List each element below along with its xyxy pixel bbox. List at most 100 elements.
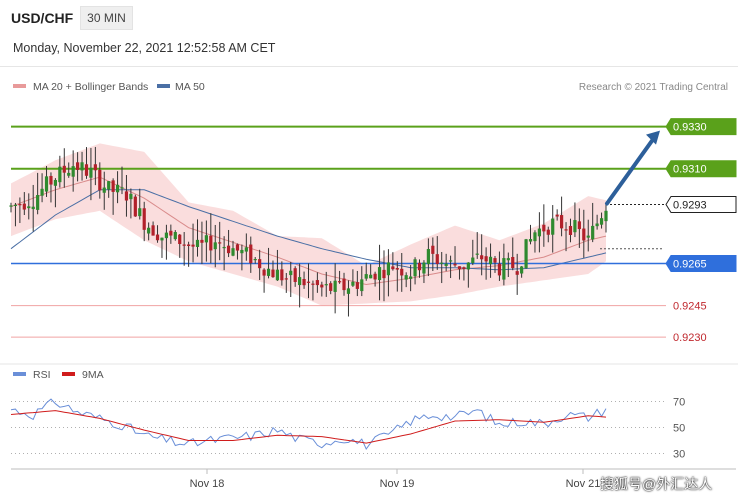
candle-body bbox=[218, 242, 222, 244]
candle-body bbox=[346, 288, 351, 294]
candle-body bbox=[364, 274, 368, 279]
candle-body bbox=[142, 208, 146, 230]
candle-body bbox=[209, 235, 213, 251]
candle-body bbox=[471, 257, 475, 264]
candle-body bbox=[102, 187, 106, 193]
x-tick-label: Nov 18 bbox=[190, 478, 225, 490]
candle-body bbox=[533, 232, 537, 242]
candle-body bbox=[187, 244, 191, 246]
candle-body bbox=[413, 259, 417, 277]
candle-body bbox=[315, 280, 319, 286]
price-legend: MA 20 + Bollinger Bands MA 50 bbox=[13, 81, 205, 93]
candle-body bbox=[480, 255, 484, 260]
candle-body bbox=[44, 176, 49, 192]
rsi-ma-legend-swatch bbox=[62, 372, 75, 376]
candle-body bbox=[169, 230, 173, 236]
candle-body bbox=[604, 210, 608, 222]
candle-body bbox=[240, 249, 244, 254]
candle-body bbox=[377, 267, 382, 281]
candle-body bbox=[107, 181, 111, 190]
candle-body bbox=[444, 263, 448, 266]
level-label-0.9330: 0.9330 bbox=[673, 122, 707, 134]
candle-body bbox=[302, 278, 306, 286]
candle-body bbox=[213, 242, 217, 250]
candle-body bbox=[253, 259, 257, 261]
candle-body bbox=[111, 180, 115, 192]
ma20-bb-legend-label: MA 20 + Bollinger Bands bbox=[33, 81, 148, 93]
rsi-panel: 70 50 30 bbox=[10, 397, 685, 461]
candle-body bbox=[440, 262, 444, 264]
candle-body bbox=[564, 229, 568, 231]
level-label-0.9230: 0.9230 bbox=[673, 332, 707, 344]
level-label-0.9293: 0.9293 bbox=[673, 199, 707, 211]
candle-body bbox=[289, 270, 293, 276]
candle-body bbox=[599, 218, 604, 225]
rsi-legend-swatch bbox=[13, 372, 26, 376]
candle-body bbox=[244, 247, 248, 252]
candle-body bbox=[306, 281, 311, 283]
candle-body bbox=[475, 253, 479, 255]
candle-body bbox=[497, 263, 502, 276]
candle-body bbox=[382, 269, 386, 279]
candle-body bbox=[320, 284, 324, 288]
candle-body bbox=[400, 268, 404, 276]
candle-body bbox=[515, 271, 519, 275]
candle-body bbox=[404, 275, 408, 280]
candle-body bbox=[466, 262, 470, 270]
candle-body bbox=[115, 184, 120, 193]
candle-body bbox=[120, 187, 124, 189]
candle-body bbox=[502, 258, 506, 280]
candle-body bbox=[84, 164, 89, 176]
candle-body bbox=[151, 225, 155, 236]
level-label-0.9310: 0.9310 bbox=[673, 164, 707, 176]
candle-body bbox=[67, 172, 71, 176]
candle-body bbox=[49, 175, 53, 185]
candle-body bbox=[164, 232, 169, 239]
candle-body bbox=[586, 235, 590, 238]
candle-body bbox=[62, 165, 66, 173]
candle-body bbox=[484, 256, 488, 262]
candle-body bbox=[426, 249, 430, 265]
candle-body bbox=[231, 248, 235, 256]
candle-body bbox=[493, 258, 497, 263]
candle-body bbox=[155, 234, 160, 241]
candle-body bbox=[559, 215, 564, 229]
candle-body bbox=[98, 169, 102, 191]
candle-body bbox=[337, 281, 342, 283]
candle bbox=[133, 194, 137, 217]
candle-body bbox=[160, 237, 164, 241]
candle-body bbox=[258, 259, 262, 269]
candle-body bbox=[422, 262, 426, 274]
candle-body bbox=[280, 269, 284, 281]
candle-body bbox=[40, 188, 44, 196]
candle-body bbox=[391, 266, 395, 270]
candle-body bbox=[457, 266, 462, 270]
candle bbox=[524, 238, 528, 269]
candle-body bbox=[448, 260, 453, 262]
candle-body bbox=[222, 246, 226, 249]
ma50-legend-label: MA 50 bbox=[175, 81, 205, 93]
candle-body bbox=[173, 232, 177, 240]
candle-body bbox=[9, 205, 13, 207]
candle-body bbox=[235, 244, 240, 251]
candle-body bbox=[409, 276, 413, 279]
rsi-ma-legend-label: 9MA bbox=[82, 369, 104, 381]
forecast-arrow bbox=[605, 130, 660, 206]
candle-body bbox=[546, 229, 550, 235]
candle-body bbox=[182, 244, 186, 246]
candle-body bbox=[395, 268, 399, 270]
x-axis: Nov 18 Nov 19 Nov 21 bbox=[190, 469, 600, 490]
candle-body bbox=[226, 245, 231, 254]
candle-body bbox=[298, 277, 302, 286]
candle-body bbox=[53, 179, 58, 186]
candle-body bbox=[342, 278, 346, 291]
candle-body bbox=[462, 267, 466, 269]
candle-body bbox=[551, 218, 555, 235]
watermark-text: 搜狐号@外汇达人 bbox=[600, 476, 713, 492]
rsi-line bbox=[10, 398, 607, 450]
rsi-tick-70: 70 bbox=[673, 397, 685, 409]
candle-body bbox=[537, 228, 541, 237]
candle-body bbox=[195, 239, 200, 247]
rsi-tick-50: 50 bbox=[673, 423, 685, 435]
candle-body bbox=[89, 167, 93, 178]
